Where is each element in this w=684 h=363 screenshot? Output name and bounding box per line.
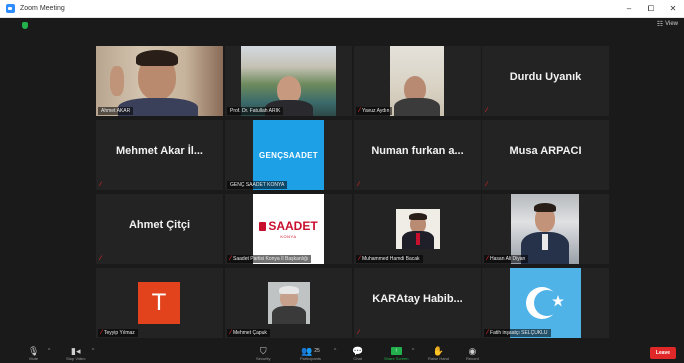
participant-tile[interactable]: ⁄ Hasan Ali Diyan xyxy=(482,194,609,264)
participants-icon: 👥 25 xyxy=(301,346,320,356)
minimize-button[interactable]: – xyxy=(618,0,640,18)
microphone-icon: 🎙 xyxy=(28,346,40,356)
meeting-toolbar: 🎙 Mute ^ ▮◂ Stop Video ^ ⛉ Security 👥 25 … xyxy=(0,344,684,363)
participant-name-label: Prof. Dr. Fatullah ARIK xyxy=(227,107,284,115)
muted-mic-icon: ⁄ xyxy=(487,330,489,336)
participant-tile[interactable]: ⁄ Mehmet Çapuk xyxy=(225,268,352,338)
muted-mic-icon: ⁄ xyxy=(486,182,488,188)
share-options-chevron-up-icon[interactable]: ^ xyxy=(412,348,414,354)
participant-tile[interactable]: SAADET KONYA ⁄ Saadet Partisi Konya İl Ba… xyxy=(225,194,352,264)
participants-chevron-up-icon[interactable]: ^ xyxy=(334,348,336,354)
participant-tile[interactable]: Prof. Dr. Fatullah ARIK xyxy=(225,46,352,116)
video-camera-icon: ▮◂ xyxy=(71,346,81,356)
view-label: View xyxy=(665,21,678,27)
muted-mic-icon: ⁄ xyxy=(358,330,360,336)
window-controls: – ⧠ ✕ xyxy=(618,0,684,18)
participant-tile[interactable]: KARAtay Habib... ⁄ xyxy=(354,268,481,338)
participant-photo xyxy=(511,194,579,264)
raise-hand-button[interactable]: ✋ Raise Hand xyxy=(428,346,449,361)
participant-photo xyxy=(396,209,440,249)
participants-button[interactable]: 👥 25 Participants xyxy=(300,346,321,361)
participant-tile[interactable]: ⁄ Fatih inşaatçı SELÇUKLU xyxy=(482,268,609,338)
shield-icon: ⛉ xyxy=(259,346,267,356)
participant-name: Ahmet Çitçi xyxy=(128,219,191,231)
audio-options-chevron-up-icon[interactable]: ^ xyxy=(48,348,50,354)
chat-bubble-icon: 💬 xyxy=(352,346,364,356)
participant-name-label: Ahmet AKAR xyxy=(98,107,134,115)
security-button[interactable]: ⛉ Security xyxy=(256,346,270,361)
participant-name: Durdu Uyanık xyxy=(509,71,582,83)
avatar: T xyxy=(138,282,180,324)
participant-video xyxy=(96,46,223,116)
maximize-button[interactable]: ⧠ xyxy=(640,0,662,18)
participant-tile[interactable]: GENÇSAADET GENÇ SAADET KONYA xyxy=(225,120,352,190)
participant-tile[interactable]: ⁄ Muhammed Hamdi Bacak xyxy=(354,194,481,264)
close-button[interactable]: ✕ xyxy=(662,0,684,18)
muted-mic-icon: ⁄ xyxy=(230,256,232,262)
meeting-top-bar: ☷ View xyxy=(0,18,684,32)
mute-button[interactable]: 🎙 Mute xyxy=(28,346,39,361)
muted-mic-icon: ⁄ xyxy=(486,108,488,114)
participant-tile[interactable]: Ahmet AKAR xyxy=(96,46,223,116)
participant-tile[interactable]: ⁄ Yavuz Aydın xyxy=(354,46,481,116)
video-options-chevron-up-icon[interactable]: ^ xyxy=(92,348,94,354)
participant-tile[interactable]: Numan furkan a... ⁄ xyxy=(354,120,481,190)
leave-button[interactable]: Leave xyxy=(650,347,676,359)
muted-mic-icon: ⁄ xyxy=(101,330,103,336)
participant-video xyxy=(390,46,444,116)
record-button[interactable]: ◉ Record xyxy=(466,346,479,361)
view-button[interactable]: ☷ View xyxy=(657,20,678,28)
participant-name-label: ⁄ Saadet Partisi Konya İl Başkanlığı xyxy=(227,255,312,263)
participant-tile[interactable]: Musa ARPACI ⁄ xyxy=(482,120,609,190)
participant-name: Mehmet Akar İl... xyxy=(115,145,203,157)
crescent-star-flag-icon xyxy=(510,268,581,338)
muted-mic-icon: ⁄ xyxy=(359,256,361,262)
participant-video xyxy=(241,46,336,116)
participant-name-label: ⁄ Yavuz Aydın xyxy=(356,107,393,115)
chat-button[interactable]: 💬 Chat xyxy=(352,346,363,361)
participant-name-label: ⁄ Mehmet Çapuk xyxy=(227,329,270,337)
muted-mic-icon: ⁄ xyxy=(358,182,360,188)
participant-name: KARAtay Habib... xyxy=(372,293,463,305)
raised-hand-icon: ✋ xyxy=(432,346,445,356)
participant-name-label: ⁄ Fatih inşaatçı SELÇUKLU xyxy=(484,329,551,337)
genc-saadet-logo: GENÇSAADET xyxy=(253,120,324,190)
record-icon: ◉ xyxy=(468,346,477,356)
window-title: Zoom Meeting xyxy=(20,5,65,12)
zoom-window: Zoom Meeting – ⧠ ✕ ☷ View Ahmet AKAR Pro… xyxy=(0,0,684,363)
participant-tile[interactable]: T ⁄ Teyyip Yılmaz xyxy=(96,268,223,338)
participant-photo xyxy=(268,282,310,324)
participant-name: Musa ARPACI xyxy=(509,145,582,157)
saadet-party-logo: SAADET KONYA xyxy=(253,194,324,264)
participant-name-label: ⁄ Muhammed Hamdi Bacak xyxy=(356,255,423,263)
participant-tile[interactable]: Mehmet Akar İl... ⁄ xyxy=(96,120,223,190)
participant-tile[interactable]: Ahmet Çitçi ⁄ xyxy=(96,194,223,264)
participant-tile[interactable]: Durdu Uyanık ⁄ xyxy=(482,46,609,116)
share-screen-button[interactable]: ↑ Share Screen xyxy=(384,346,408,361)
share-screen-icon: ↑ xyxy=(390,346,402,356)
zoom-app-icon xyxy=(6,4,15,13)
participant-name-label: ⁄ Hasan Ali Diyan xyxy=(484,255,529,263)
title-bar: Zoom Meeting – ⧠ ✕ xyxy=(0,0,684,18)
muted-mic-icon: ⁄ xyxy=(487,256,489,262)
encryption-shield-icon[interactable] xyxy=(22,22,28,29)
participant-name-label: ⁄ Teyyip Yılmaz xyxy=(98,329,138,337)
muted-mic-icon: ⁄ xyxy=(100,182,102,188)
muted-mic-icon: ⁄ xyxy=(100,256,102,262)
muted-mic-icon: ⁄ xyxy=(359,108,361,114)
muted-mic-icon: ⁄ xyxy=(230,330,232,336)
participant-name-label: GENÇ SAADET KONYA xyxy=(227,181,288,189)
stop-video-button[interactable]: ▮◂ Stop Video xyxy=(66,346,86,361)
participant-name: Numan furkan a... xyxy=(371,145,464,157)
grid-view-icon: ☷ xyxy=(656,21,664,28)
